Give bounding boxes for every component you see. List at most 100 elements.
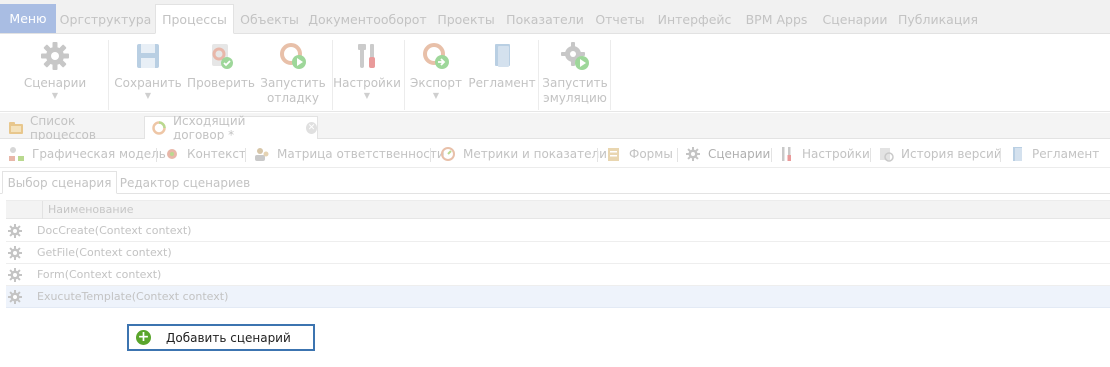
document-icon [1008, 146, 1026, 162]
tab-document-flow[interactable]: Документооборот [305, 4, 430, 34]
ribbon-save-button[interactable]: Сохранить ▼ [113, 40, 183, 110]
section-graphic-model[interactable]: Графическая модель [8, 140, 166, 168]
section-responsibility-matrix-label: Матрица ответственности [277, 147, 445, 161]
gear-icon [7, 289, 23, 309]
section-divider [677, 148, 678, 162]
section-divider [870, 148, 871, 162]
ribbon-save-label: Сохранить [114, 76, 182, 90]
tab-indicators[interactable]: Показатели [502, 4, 588, 34]
ribbon-divider [538, 40, 539, 110]
save-icon [137, 44, 159, 68]
gear-icon [7, 245, 23, 265]
form-icon [605, 146, 623, 162]
gear-icon [7, 267, 23, 287]
close-icon[interactable]: ✕ [305, 122, 317, 134]
column-header-name[interactable]: Наименование [42, 201, 133, 219]
process-icon [151, 120, 167, 136]
tab-objects[interactable]: Объекты [234, 4, 305, 34]
row-name: GetFile(Context context) [37, 246, 172, 259]
scenario-subtabs: Выбор сценария Редактор сценариев [0, 170, 1110, 194]
document-tabs: Список процессов Исходящий договор * ✕ [0, 113, 1110, 142]
section-graphic-model-label: Графическая модель [32, 147, 166, 161]
ribbon-settings-label: Настройки [333, 76, 401, 90]
chevron-down-icon: ▼ [432, 91, 440, 100]
main-menu-bar: Меню Оргструктура Процессы Объекты Докум… [0, 0, 1110, 34]
tab-projects[interactable]: Проекты [430, 4, 502, 34]
ribbon-run-emulation-button[interactable]: Запустить эмуляцию [541, 40, 609, 110]
section-forms-label: Формы [629, 147, 673, 161]
tab-scenario-editor[interactable]: Редактор сценариев [117, 171, 253, 194]
users-icon [253, 146, 271, 162]
section-toolbar: Графическая модель Контекст Матрица отве… [0, 140, 1110, 168]
ribbon-run-debug-label-2: отладку [266, 91, 319, 105]
section-divider [1000, 148, 1001, 162]
ribbon-toolbar: Сценарии ▼ Сохранить ▼ Проверить Запусти… [0, 34, 1110, 112]
section-scenarios[interactable]: Сценарии [684, 140, 770, 168]
doctab-outgoing-contract-label: Исходящий договор * [173, 114, 246, 142]
section-version-history-label: История версий [901, 147, 1002, 161]
run-debug-icon [280, 43, 306, 69]
ribbon-scenarios-button[interactable]: Сценарии ▼ [18, 40, 92, 110]
tab-interface[interactable]: Интерфейс [652, 4, 737, 34]
doctab-process-list[interactable]: Список процессов [2, 113, 142, 142]
ribbon-regulation-label: Регламент [468, 76, 536, 90]
add-scenario-button[interactable]: + Добавить сценарий [127, 324, 315, 351]
section-settings[interactable]: Настройки [778, 140, 870, 168]
section-context-label: Контекст [187, 147, 246, 161]
section-divider [156, 148, 157, 162]
row-name: DocCreate(Context context) [37, 224, 192, 237]
menu-button[interactable]: Меню [0, 4, 56, 33]
ribbon-check-label: Проверить [187, 76, 255, 90]
ribbon-run-emulation-label: Запустить [542, 76, 608, 90]
chevron-down-icon: ▼ [363, 91, 371, 100]
tab-select-scenario[interactable]: Выбор сценария [2, 171, 117, 194]
tools-icon [778, 146, 796, 162]
section-settings-label: Настройки [802, 147, 870, 161]
section-regulation[interactable]: Регламент [1008, 140, 1099, 168]
section-divider [771, 148, 772, 162]
document-icon [495, 44, 510, 67]
table-row[interactable]: DocCreate(Context context) [6, 220, 1110, 242]
gauge-icon [439, 146, 457, 162]
section-metrics-label: Метрики и показатели [463, 147, 607, 161]
run-emulation-icon [561, 42, 589, 70]
row-name: Form(Context context) [37, 268, 162, 281]
ribbon-export-button[interactable]: Экспорт ▼ [408, 40, 464, 110]
section-scenarios-label: Сценарии [708, 147, 771, 161]
section-divider [245, 148, 246, 162]
section-regulation-label: Регламент [1032, 147, 1100, 161]
graphic-model-icon [8, 146, 26, 162]
section-context[interactable]: Контекст [163, 140, 246, 168]
ribbon-run-debug-button[interactable]: Запустить отладку [260, 40, 326, 110]
chevron-down-icon: ▼ [144, 91, 152, 100]
ribbon-divider [332, 40, 333, 110]
section-metrics[interactable]: Метрики и показатели [439, 140, 607, 168]
tab-reports[interactable]: Отчеты [588, 4, 652, 34]
check-process-icon [212, 44, 233, 69]
ribbon-settings-button[interactable]: Настройки ▼ [333, 40, 401, 110]
section-responsibility-matrix[interactable]: Матрица ответственности [253, 140, 445, 168]
ribbon-run-debug-label: Запустить [260, 76, 326, 90]
tab-scenarios[interactable]: Сценарии [816, 4, 894, 34]
ribbon-divider [108, 40, 109, 110]
ribbon-divider [404, 40, 405, 110]
section-forms[interactable]: Формы [605, 140, 673, 168]
section-divider [597, 148, 598, 162]
table-row[interactable]: Form(Context context) [6, 264, 1110, 286]
table-row-selected[interactable]: ExucuteTemplate(Context context) [6, 286, 1110, 308]
doctab-outgoing-contract[interactable]: Исходящий договор * ✕ [144, 114, 318, 142]
ribbon-check-button[interactable]: Проверить [187, 40, 255, 110]
tab-publication[interactable]: Публикация [894, 4, 982, 34]
doctab-process-list-label: Список процессов [30, 113, 96, 142]
table-row[interactable]: GetFile(Context context) [6, 242, 1110, 264]
tab-bpm-apps[interactable]: BPM Apps [737, 4, 816, 34]
row-name: ExucuteTemplate(Context context) [37, 290, 229, 303]
gear-icon [41, 42, 69, 70]
section-version-history[interactable]: История версий [877, 140, 1002, 168]
context-icon [163, 146, 181, 162]
tab-orgstructure[interactable]: Оргструктура [56, 4, 155, 34]
plus-circle-icon: + [136, 329, 151, 345]
grid-header: Наименование [6, 200, 1110, 219]
ribbon-regulation-button[interactable]: Регламент [468, 40, 536, 110]
tab-processes[interactable]: Процессы [155, 4, 234, 34]
